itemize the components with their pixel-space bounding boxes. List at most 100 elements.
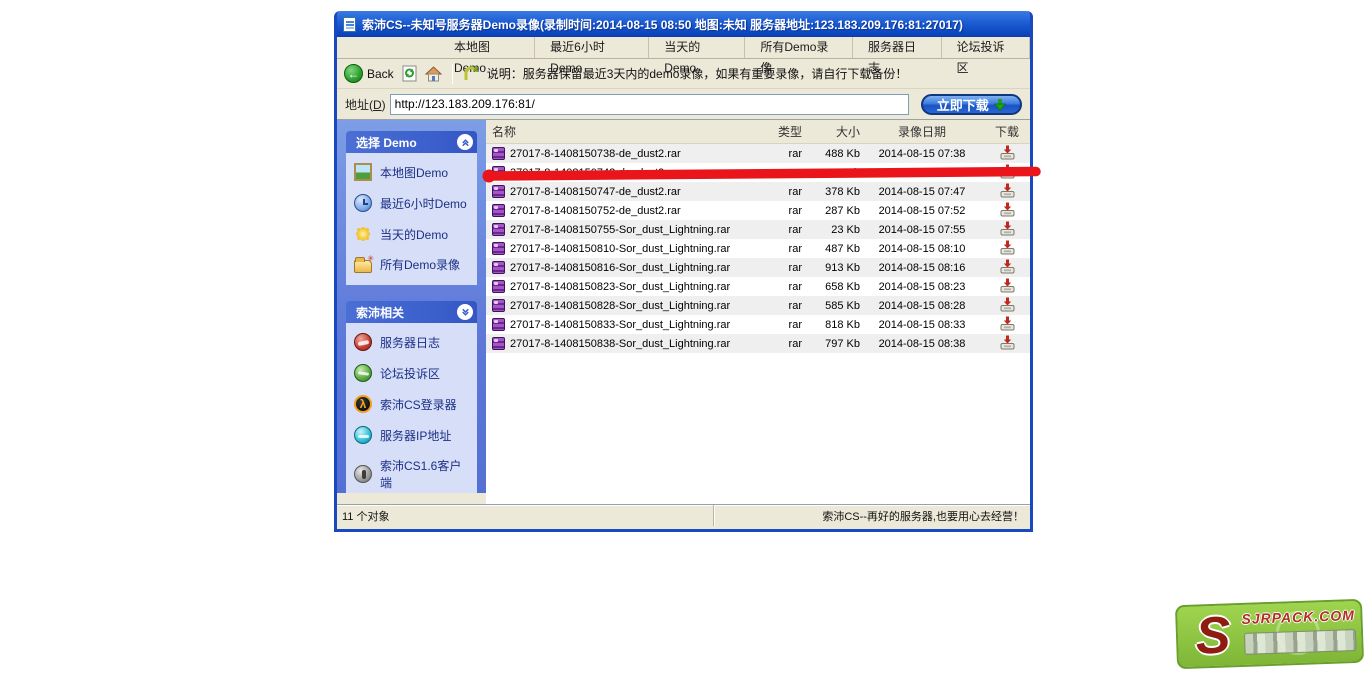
file-date: 2014-08-15 07:52 [860,205,984,217]
table-row[interactable]: 27017-8-1408150816-Sor_dust_Lightning.ra… [486,258,1030,277]
file-size: 913 Kb [802,262,860,274]
column-header-date[interactable]: 录像日期 [860,123,984,140]
table-row[interactable]: 27017-8-1408150742-de_dust2.rar rar 471 … [486,163,1030,182]
menu-tab[interactable]: 本地图Demo [439,37,535,58]
sidebar-item-label: 索沛CS登录器 [380,396,457,413]
download-icon[interactable] [1000,240,1015,258]
address-input[interactable] [390,94,909,115]
file-date: 2014-08-15 07:42 [860,167,984,179]
section-header-choose-demo[interactable]: 选择 Demo [346,131,477,153]
file-name: 27017-8-1408150833-Sor_dust_Lightning.ra… [510,319,730,331]
download-icon[interactable] [1000,221,1015,239]
file-date: 2014-08-15 08:33 [860,319,984,331]
download-icon[interactable] [1000,164,1015,182]
sidebar-panel: 选择 Demo 本地图Demo [337,120,486,493]
app-window: 索沛CS--未知号服务器Demo录像(录制时间:2014-08-15 08:50… [334,11,1033,532]
status-slogan: 索沛CS--再好的服务器,也要用心去经营！ [714,508,1030,524]
download-icon[interactable] [1000,297,1015,315]
file-date: 2014-08-15 08:16 [860,262,984,274]
home-icon[interactable] [425,65,442,82]
sidebar-item[interactable]: 索沛CS1.6客户端 [354,457,473,491]
notice-icon [463,65,480,82]
menu-tab[interactable]: 当天的Demo [649,37,745,58]
download-now-label: 立即下载 [937,95,989,114]
file-size: 471 Kb [802,167,860,179]
file-type: rar [764,281,802,293]
file-date: 2014-08-15 07:47 [860,186,984,198]
menu-tab[interactable]: 论坛投诉区 [942,37,1031,58]
file-name: 27017-8-1408150747-de_dust2.rar [510,186,681,198]
menu-tab[interactable]: 服务器日志 [853,37,942,58]
column-header-download[interactable]: 下载 [984,123,1030,140]
table-row[interactable]: 27017-8-1408150810-Sor_dust_Lightning.ra… [486,239,1030,258]
back-button[interactable]: ← Back [344,64,394,83]
file-date: 2014-08-15 08:28 [860,300,984,312]
server-notice: 说明：服务器保留最近3天内的demo录像，如果有重要录像，请自行下载备份！ [487,65,908,82]
table-row[interactable]: 27017-8-1408150828-Sor_dust_Lightning.ra… [486,296,1030,315]
sidebar-item[interactable]: 当天的Demo [354,225,473,243]
file-type: rar [764,186,802,198]
rar-file-icon [492,261,505,274]
column-header-size[interactable]: 大小 [802,123,860,140]
file-size: 287 Kb [802,205,860,217]
file-size: 658 Kb [802,281,860,293]
sidebar-item-label: 论坛投诉区 [380,365,440,382]
file-type: rar [764,338,802,350]
download-icon[interactable] [1000,183,1015,201]
file-date: 2014-08-15 07:55 [860,224,984,236]
sidebar-item[interactable]: 最近6小时Demo [354,194,473,212]
download-icon[interactable] [1000,202,1015,220]
file-size: 585 Kb [802,300,860,312]
lambda-icon [354,395,372,413]
rar-file-icon [492,299,505,312]
chevron-up-icon[interactable] [457,134,473,150]
download-arrow-icon [994,98,1006,111]
download-icon[interactable] [1000,335,1015,353]
download-icon[interactable] [1000,145,1015,163]
file-name: 27017-8-1408150752-de_dust2.rar [510,205,681,217]
download-icon[interactable] [1000,278,1015,296]
sidebar-section-choose-demo: 选择 Demo 本地图Demo [346,131,477,285]
watermark-logo: S SJRPACK.COM [1175,599,1364,669]
refresh-icon[interactable] [401,65,418,82]
download-icon[interactable] [1000,316,1015,334]
sidebar-item[interactable]: 服务器IP地址 [354,426,473,444]
table-row[interactable]: 27017-8-1408150752-de_dust2.rar rar 287 … [486,201,1030,220]
table-row[interactable]: 27017-8-1408150755-Sor_dust_Lightning.ra… [486,220,1030,239]
table-row[interactable]: 27017-8-1408150838-Sor_dust_Lightning.ra… [486,334,1030,353]
section-title: 选择 Demo [356,134,417,151]
chevron-down-icon[interactable] [457,304,473,320]
rar-file-icon [492,337,505,350]
menu-tab[interactable]: 所有Demo录像 [745,37,853,58]
file-type: rar [764,262,802,274]
section-header-related[interactable]: 索沛相关 [346,301,477,323]
address-label: 地址(D) [345,96,386,113]
rar-file-icon [492,223,505,236]
sidebar-item[interactable]: 索沛CS登录器 [354,395,473,413]
picture-icon [354,163,372,181]
section-title: 索沛相关 [356,304,404,321]
table-row[interactable]: 27017-8-1408150747-de_dust2.rar rar 378 … [486,182,1030,201]
sidebar-section-related: 索沛相关 服务器日志 [346,301,477,493]
sidebar-item[interactable]: 本地图Demo [354,163,473,181]
download-now-button[interactable]: 立即下载 [921,94,1022,115]
file-size: 378 Kb [802,186,860,198]
file-size: 23 Kb [802,224,860,236]
app-icon [343,17,356,32]
rar-file-icon [492,166,505,179]
file-type: rar [764,224,802,236]
table-row[interactable]: 27017-8-1408150823-Sor_dust_Lightning.ra… [486,277,1030,296]
sidebar-item[interactable]: 论坛投诉区 [354,364,473,382]
table-row[interactable]: 27017-8-1408150833-Sor_dust_Lightning.ra… [486,315,1030,334]
table-row[interactable]: 27017-8-1408150738-de_dust2.rar rar 488 … [486,144,1030,163]
sidebar-item[interactable]: 服务器日志 [354,333,473,351]
column-header-type[interactable]: 类型 [764,123,802,140]
back-label: Back [367,67,394,81]
status-bar: 11 个对象 索沛CS--再好的服务器,也要用心去经营！ [337,504,1030,526]
menu-tab[interactable]: 最近6小时Demo [535,37,649,58]
sidebar-item[interactable]: 所有Demo录像 [354,256,473,273]
rar-file-icon [492,318,505,331]
download-icon[interactable] [1000,259,1015,277]
column-header-name[interactable]: 名称 [486,123,764,140]
file-name: 27017-8-1408150838-Sor_dust_Lightning.ra… [510,338,730,350]
